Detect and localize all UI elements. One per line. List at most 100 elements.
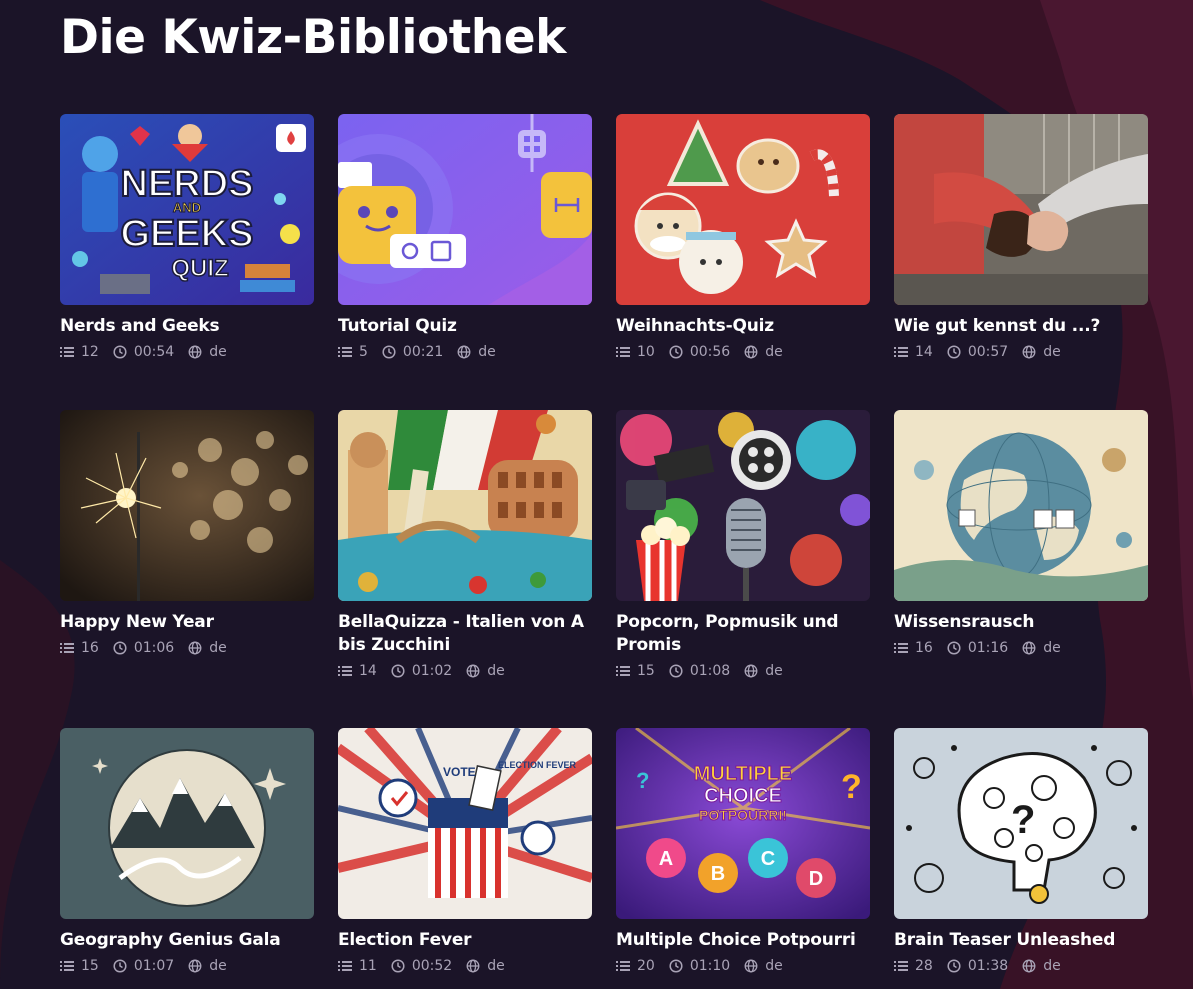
question-count: 20 [637, 958, 655, 974]
list-icon [60, 347, 74, 357]
clock-icon [947, 641, 961, 655]
quiz-duration: 00:56 [689, 344, 731, 360]
quiz-thumbnail: MULTIPLE CHOICE POTPOURRI! A B C D ? ? [616, 728, 870, 919]
globe-icon [457, 345, 471, 359]
thumb-text-geeks: GEEKS [120, 213, 253, 255]
quiz-title: Nerds and Geeks [60, 316, 220, 336]
quiz-language: de [209, 640, 227, 656]
question-count: 16 [915, 640, 933, 656]
quiz-meta: 5 00:21 de [338, 342, 592, 362]
quiz-title: Multiple Choice Potpourri [616, 930, 856, 950]
question-count: 11 [359, 958, 377, 974]
quiz-card-multiple-choice-potpourri[interactable]: MULTIPLE CHOICE POTPOURRI! A B C D ? ? M… [616, 728, 870, 976]
thumb-text-multiple: MULTIPLE [694, 763, 793, 785]
question-count: 14 [359, 663, 377, 679]
list-icon [894, 347, 908, 357]
quiz-language: de [1043, 640, 1061, 656]
question-count: 12 [81, 344, 99, 360]
quiz-duration: 00:21 [402, 344, 444, 360]
quiz-meta: 12 00:54 de [60, 342, 314, 362]
globe-icon [188, 345, 202, 359]
quiz-card-weihnachts-quiz[interactable]: Weihnachts-Quiz 10 00:56 de [616, 114, 870, 362]
list-icon [338, 666, 352, 676]
quiz-card-nerds-and-geeks[interactable]: NERDS AND GEEKS QUIZ Nerds and Geeks 12 … [60, 114, 314, 362]
question-count: 10 [637, 344, 655, 360]
quiz-title: Wissensrausch [894, 612, 1035, 632]
quiz-card-wissensrausch[interactable]: Wissensrausch 16 01:16 de [894, 410, 1148, 658]
quiz-duration: 01:08 [689, 663, 731, 679]
clock-icon [113, 345, 127, 359]
question-count: 5 [359, 344, 368, 360]
quiz-meta: 15 01:08 de [616, 661, 870, 681]
quiz-duration: 00:52 [411, 958, 453, 974]
question-count: 15 [81, 958, 99, 974]
quiz-thumbnail [60, 410, 314, 601]
quiz-thumbnail: ? [894, 728, 1148, 919]
thumb-text-election-fever: ELECTION FEVER [498, 760, 577, 770]
globe-icon [1022, 641, 1036, 655]
quiz-language: de [209, 958, 227, 974]
quiz-meta: 14 00:57 de [894, 342, 1148, 362]
quiz-title: Geography Genius Gala [60, 930, 281, 950]
quiz-duration: 01:06 [133, 640, 175, 656]
quiz-card-wie-gut-kennst-du[interactable]: Wie gut kennst du ...? 14 00:57 de [894, 114, 1148, 362]
quiz-duration: 00:57 [967, 344, 1009, 360]
quiz-card-bellaquizza[interactable]: BellaQuizza - Italien von A bis Zucchini… [338, 410, 592, 681]
thumb-text-choice: CHOICE [704, 785, 782, 807]
list-icon [894, 643, 908, 653]
thumb-text-nerds: NERDS [120, 163, 253, 205]
quiz-card-election-fever[interactable]: VOTE ELECTION FEVER Election Fever 11 00… [338, 728, 592, 976]
list-icon [338, 961, 352, 971]
quiz-title: Happy New Year [60, 612, 214, 632]
clock-icon [669, 959, 683, 973]
svg-text:D: D [809, 868, 823, 890]
quiz-thumbnail: VOTE ELECTION FEVER [338, 728, 592, 919]
quiz-meta: 16 01:06 de [60, 638, 314, 658]
quiz-meta: 11 00:52 de [338, 956, 592, 976]
quiz-duration: 01:10 [689, 958, 731, 974]
quiz-thumbnail [338, 410, 592, 601]
globe-icon [1022, 959, 1036, 973]
question-count: 15 [637, 663, 655, 679]
globe-icon [466, 664, 480, 678]
list-icon [616, 666, 630, 676]
quiz-language: de [1043, 958, 1061, 974]
list-icon [894, 961, 908, 971]
quiz-duration: 01:38 [967, 958, 1009, 974]
quiz-thumbnail [894, 114, 1148, 305]
quiz-thumbnail: NERDS AND GEEKS QUIZ [60, 114, 314, 305]
thumb-text-quiz: QUIZ [171, 255, 228, 282]
clock-icon [669, 345, 683, 359]
page-title: Die Kwiz-Bibliothek [60, 10, 566, 65]
clock-icon [113, 959, 127, 973]
quiz-title: Election Fever [338, 930, 472, 950]
quiz-card-brain-teaser-unleashed[interactable]: ? Brain Teaser Unleashed 28 01:38 de [894, 728, 1148, 976]
list-icon [616, 961, 630, 971]
quiz-language: de [765, 663, 783, 679]
quiz-card-happy-new-year[interactable]: Happy New Year 16 01:06 de [60, 410, 314, 658]
quiz-thumbnail [616, 114, 870, 305]
list-icon [60, 643, 74, 653]
globe-icon [744, 345, 758, 359]
quiz-language: de [765, 958, 783, 974]
globe-icon [744, 664, 758, 678]
svg-text:?: ? [636, 768, 649, 793]
list-icon [60, 961, 74, 971]
question-count: 14 [915, 344, 933, 360]
quiz-card-geography-genius-gala[interactable]: Geography Genius Gala 15 01:07 de [60, 728, 314, 976]
quiz-thumbnail [894, 410, 1148, 601]
svg-text:?: ? [1011, 798, 1035, 842]
quiz-language: de [478, 344, 496, 360]
quiz-meta: 28 01:38 de [894, 956, 1148, 976]
question-count: 28 [915, 958, 933, 974]
quiz-card-popcorn-popmusik[interactable]: Popcorn, Popmusik und Promis 15 01:08 de [616, 410, 870, 681]
clock-icon [947, 345, 961, 359]
thumb-text-vote: VOTE [443, 765, 476, 779]
quiz-thumbnail [60, 728, 314, 919]
quiz-card-tutorial-quiz[interactable]: Tutorial Quiz 5 00:21 de [338, 114, 592, 362]
quiz-title: BellaQuizza - Italien von A bis Zucchini [338, 612, 584, 655]
list-icon [338, 347, 352, 357]
quiz-meta: 20 01:10 de [616, 956, 870, 976]
quiz-duration: 01:16 [967, 640, 1009, 656]
quiz-meta: 10 00:56 de [616, 342, 870, 362]
